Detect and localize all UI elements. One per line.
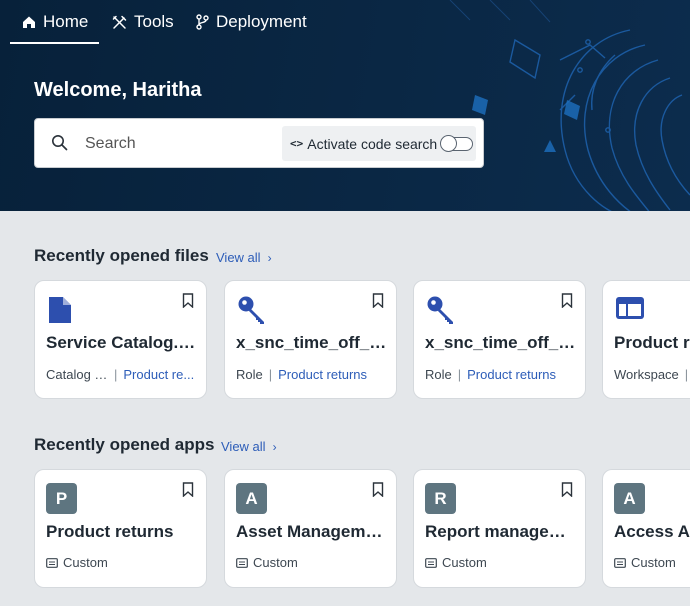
bookmark-icon[interactable]: [182, 482, 194, 497]
home-icon: [23, 16, 35, 28]
file-card-title: x_snc_time_off_r_...: [425, 333, 577, 352]
app-card-meta: Custom: [236, 555, 298, 570]
chevron-right-icon: ›: [267, 251, 272, 265]
separator: |: [268, 367, 273, 382]
scope-icon: [614, 557, 626, 568]
app-link[interactable]: Product returns: [467, 367, 556, 382]
bookmark-icon[interactable]: [561, 482, 573, 497]
scope-icon: [236, 557, 248, 568]
separator: |: [457, 367, 462, 382]
file-card-title: Product re: [614, 333, 690, 352]
tools-icon: [112, 15, 127, 29]
file-type: Workspace: [614, 367, 679, 382]
nav-tools-label: Tools: [134, 12, 174, 31]
app-scope: Custom: [253, 555, 298, 570]
file-card-title: x_snc_time_off_r_...: [236, 333, 388, 352]
app-card[interactable]: A Asset Manageme... Custom: [224, 469, 397, 588]
file-card[interactable]: x_snc_time_off_r_... Role | Product retu…: [413, 280, 586, 399]
document-icon: [49, 297, 71, 323]
nav-deployment-label: Deployment: [216, 12, 307, 31]
app-letter-badge: P: [46, 483, 77, 514]
bookmark-icon[interactable]: [372, 293, 384, 308]
apps-view-all-label: View all: [221, 439, 266, 454]
app-link[interactable]: Product re...: [123, 367, 194, 382]
key-icon: [238, 296, 264, 324]
file-type: Role: [425, 367, 452, 382]
search-icon: [52, 135, 68, 151]
app-link[interactable]: Product returns: [278, 367, 367, 382]
nav-home[interactable]: Home: [22, 0, 88, 44]
app-scope: Custom: [631, 555, 676, 570]
app-card-title: Product returns: [46, 522, 174, 541]
search-bar: <> Activate code search: [34, 118, 484, 168]
file-card-meta: Workspace |: [614, 367, 690, 382]
app-letter-badge: A: [614, 483, 645, 514]
code-search-control: <> Activate code search: [282, 126, 476, 161]
app-letter-badge: A: [236, 483, 267, 514]
key-icon: [427, 296, 453, 324]
file-card-meta: Catalog It... | Product re...: [46, 367, 194, 382]
branch-icon: [196, 14, 209, 30]
nav-deployment[interactable]: Deployment: [196, 0, 307, 44]
files-section-title: Recently opened files: [34, 246, 209, 265]
code-search-label: Activate code search: [307, 135, 438, 152]
app-card-title: Report managem...: [425, 522, 577, 541]
apps-view-all-link[interactable]: View all ›: [221, 439, 277, 454]
search-input[interactable]: [85, 130, 305, 158]
bookmark-icon[interactable]: [182, 293, 194, 308]
file-card[interactable]: x_snc_time_off_r_... Role | Product retu…: [224, 280, 397, 399]
active-tab-indicator: [10, 42, 99, 44]
app-card-meta: Custom: [46, 555, 108, 570]
app-card-meta: Custom: [614, 555, 676, 570]
nav-tools[interactable]: Tools: [112, 0, 174, 44]
app-letter-badge: R: [425, 483, 456, 514]
scope-icon: [46, 557, 58, 568]
code-icon: <>: [290, 137, 304, 150]
files-view-all-label: View all: [216, 250, 261, 265]
file-type: Role: [236, 367, 263, 382]
app-card-meta: Custom: [425, 555, 487, 570]
file-card[interactable]: Service Catalog.T... Catalog It... | Pro…: [34, 280, 207, 399]
file-card-meta: Role | Product returns: [236, 367, 367, 382]
app-card-title: Access An: [614, 522, 690, 541]
app-card[interactable]: R Report managem... Custom: [413, 469, 586, 588]
app-scope: Custom: [63, 555, 108, 570]
app-card-title: Asset Manageme...: [236, 522, 388, 541]
scope-icon: [425, 557, 437, 568]
separator: |: [684, 367, 689, 382]
toggle-knob: [440, 134, 458, 152]
files-view-all-link[interactable]: View all ›: [216, 250, 272, 265]
separator: |: [114, 367, 118, 382]
welcome-heading: Welcome, Haritha: [34, 79, 202, 101]
code-search-toggle[interactable]: [440, 134, 474, 152]
top-navigation: Home Tools Deployment: [0, 0, 690, 44]
hero-banner: Home Tools Deployment Welcome, Haritha S…: [0, 0, 690, 211]
file-card-meta: Role | Product returns: [425, 367, 556, 382]
nav-home-label: Home: [43, 12, 89, 31]
file-type: Catalog It...: [46, 367, 108, 382]
file-card-title: Service Catalog.T...: [46, 333, 198, 352]
file-card[interactable]: Product re Workspace |: [602, 280, 690, 399]
app-card[interactable]: P Product returns Custom: [34, 469, 207, 588]
bookmark-icon[interactable]: [372, 482, 384, 497]
app-card[interactable]: A Access An Custom: [602, 469, 690, 588]
bookmark-icon[interactable]: [561, 293, 573, 308]
app-scope: Custom: [442, 555, 487, 570]
chevron-right-icon: ›: [272, 440, 277, 454]
apps-section-title: Recently opened apps: [34, 435, 215, 454]
workspace-icon: [616, 297, 644, 319]
